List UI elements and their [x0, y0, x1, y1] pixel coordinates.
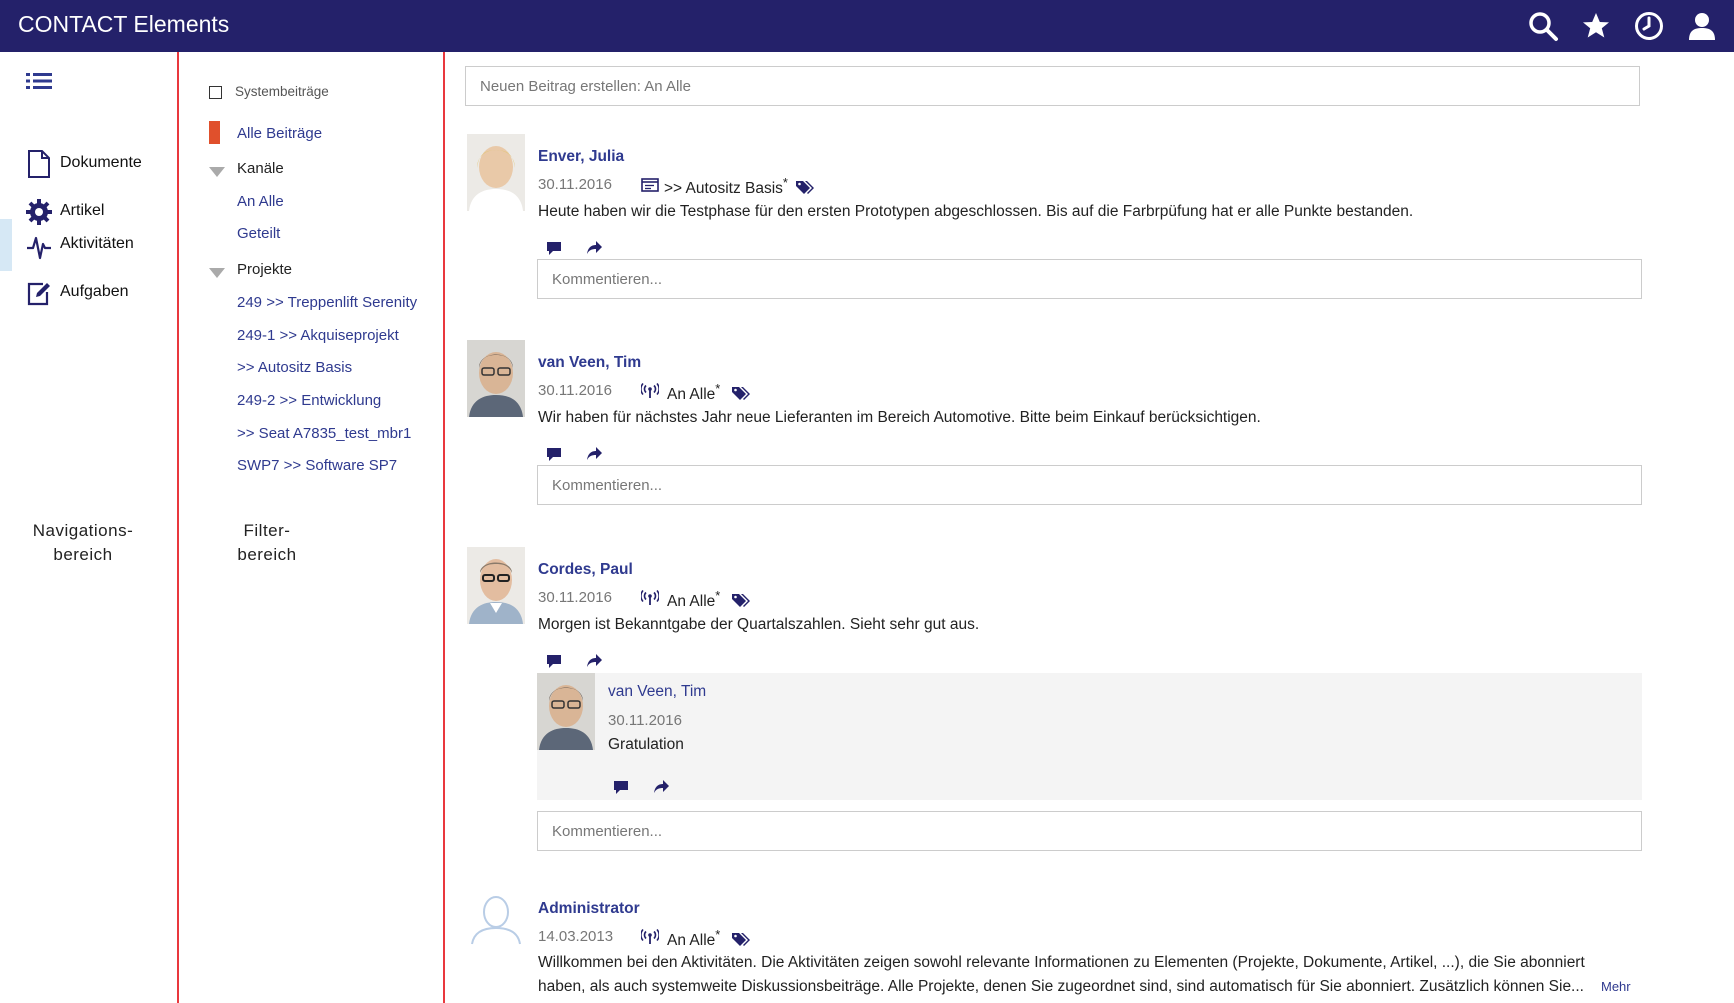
project-item[interactable]: >> Seat A7835_test_mbr1 — [237, 425, 411, 442]
system-posts-label: Systembeiträge — [235, 84, 329, 99]
project-item[interactable]: >> Autositz Basis — [237, 359, 352, 376]
post-text: Morgen ist Bekanntgabe der Quartalszahle… — [538, 616, 980, 633]
channel-item[interactable]: Geteilt — [237, 225, 280, 242]
projects-heading[interactable]: Projekte — [237, 261, 292, 278]
avatar[interactable] — [467, 547, 525, 624]
post-author[interactable]: van Veen, Tim — [538, 354, 641, 372]
post-channel[interactable]: An Alle* — [667, 927, 720, 950]
filter-pane: Systembeiträge Alle Beiträge Kanäle An A… — [179, 52, 443, 1003]
comment-icon[interactable] — [546, 653, 562, 669]
active-filter-marker — [209, 121, 220, 144]
search-icon[interactable] — [1527, 10, 1559, 42]
collapse-triangle-icon[interactable] — [209, 268, 225, 278]
filter-annotation: Filter- bereich — [237, 521, 297, 564]
share-icon[interactable] — [586, 653, 602, 669]
post-author[interactable]: Cordes, Paul — [538, 561, 633, 579]
document-icon — [28, 150, 50, 178]
share-icon[interactable] — [586, 240, 602, 256]
avatar[interactable] — [467, 886, 525, 963]
post-author[interactable]: Administrator — [538, 900, 640, 918]
channels-heading[interactable]: Kanäle — [237, 160, 284, 177]
nav-item-aktivitaeten[interactable]: Aktivitäten — [0, 219, 176, 271]
nav-item-aufgaben[interactable]: Aufgaben — [0, 267, 176, 319]
comment-input[interactable]: Kommentieren... — [537, 465, 1642, 505]
reply-author[interactable]: van Veen, Tim — [608, 683, 706, 701]
tag-icon[interactable] — [731, 385, 751, 401]
reply: van Veen, Tim 30.11.2016 Gratulation — [537, 673, 1642, 800]
collapse-triangle-icon[interactable] — [209, 167, 225, 177]
nav-item-label: Aktivitäten — [60, 235, 134, 252]
broadcast-icon — [641, 929, 659, 944]
project-item[interactable]: 249-1 >> Akquiseprojekt — [237, 327, 399, 344]
broadcast-icon — [641, 590, 659, 605]
share-icon[interactable] — [653, 779, 669, 795]
nav-item-label: Dokumente — [60, 154, 142, 171]
filter-all-posts[interactable]: Alle Beiträge — [237, 125, 322, 142]
nav-item-dokumente[interactable]: Dokumente — [0, 138, 176, 190]
comment-icon[interactable] — [546, 446, 562, 462]
avatar[interactable] — [537, 673, 595, 750]
clock-icon[interactable] — [1633, 10, 1665, 42]
share-icon[interactable] — [586, 446, 602, 462]
reply-text: Gratulation — [608, 736, 684, 753]
list-menu-icon[interactable] — [26, 71, 52, 91]
post-text: Willkommen bei den Aktivitäten. Die Akti… — [538, 954, 1585, 971]
project-item[interactable]: 249 >> Treppenlift Serenity — [237, 294, 417, 311]
post-text: haben, als auch systemweite Diskussionsb… — [538, 978, 1584, 995]
post-text: Wir haben für nächstes Jahr neue Liefera… — [538, 409, 1261, 426]
post-date: 30.11.2016 — [538, 382, 612, 399]
project-item[interactable]: 249-2 >> Entwicklung — [237, 392, 381, 409]
activity-icon — [27, 236, 51, 260]
channel-item[interactable]: An Alle — [237, 193, 284, 210]
avatar[interactable] — [467, 340, 525, 417]
activity-feed: Neuen Beitrag erstellen: An Alle Enver, … — [445, 52, 1734, 1003]
project-card-icon — [641, 178, 659, 192]
edit-icon — [27, 282, 50, 306]
tag-icon[interactable] — [731, 592, 751, 608]
reply-date: 30.11.2016 — [608, 712, 682, 729]
more-link[interactable]: Mehr — [1601, 979, 1631, 994]
post-author[interactable]: Enver, Julia — [538, 148, 624, 166]
post-date: 30.11.2016 — [538, 176, 612, 193]
comment-icon[interactable] — [613, 779, 629, 795]
nav-item-label: Artikel — [60, 202, 105, 219]
post-channel[interactable]: >> Autositz Basis* — [664, 175, 788, 198]
app-title[interactable]: CONTACT Elements — [18, 11, 229, 38]
new-post-input[interactable]: Neuen Beitrag erstellen: An Alle — [465, 66, 1640, 106]
user-icon[interactable] — [1686, 10, 1718, 42]
navigation-pane: Dokumente Artikel Aktivitäten Aufgaben N… — [0, 52, 177, 1003]
tag-icon[interactable] — [795, 179, 815, 195]
post-date: 14.03.2013 — [538, 928, 614, 945]
post-channel[interactable]: An Alle* — [667, 588, 720, 611]
post-text: Heute haben wir die Testphase für den er… — [538, 203, 1414, 220]
navigation-annotation: Navigations- bereich — [32, 521, 134, 564]
tag-icon[interactable] — [731, 931, 751, 947]
comment-input[interactable]: Kommentieren... — [537, 259, 1642, 299]
system-posts-checkbox[interactable] — [209, 86, 222, 99]
post-channel[interactable]: An Alle* — [667, 381, 720, 404]
comment-icon[interactable] — [546, 240, 562, 256]
broadcast-icon — [641, 383, 659, 398]
post-date: 30.11.2016 — [538, 589, 612, 606]
star-icon[interactable] — [1580, 10, 1612, 42]
comment-input[interactable]: Kommentieren... — [537, 811, 1642, 851]
project-item[interactable]: SWP7 >> Software SP7 — [237, 457, 397, 474]
avatar[interactable] — [467, 134, 525, 211]
top-bar: CONTACT Elements — [0, 0, 1734, 52]
nav-item-label: Aufgaben — [60, 283, 129, 300]
